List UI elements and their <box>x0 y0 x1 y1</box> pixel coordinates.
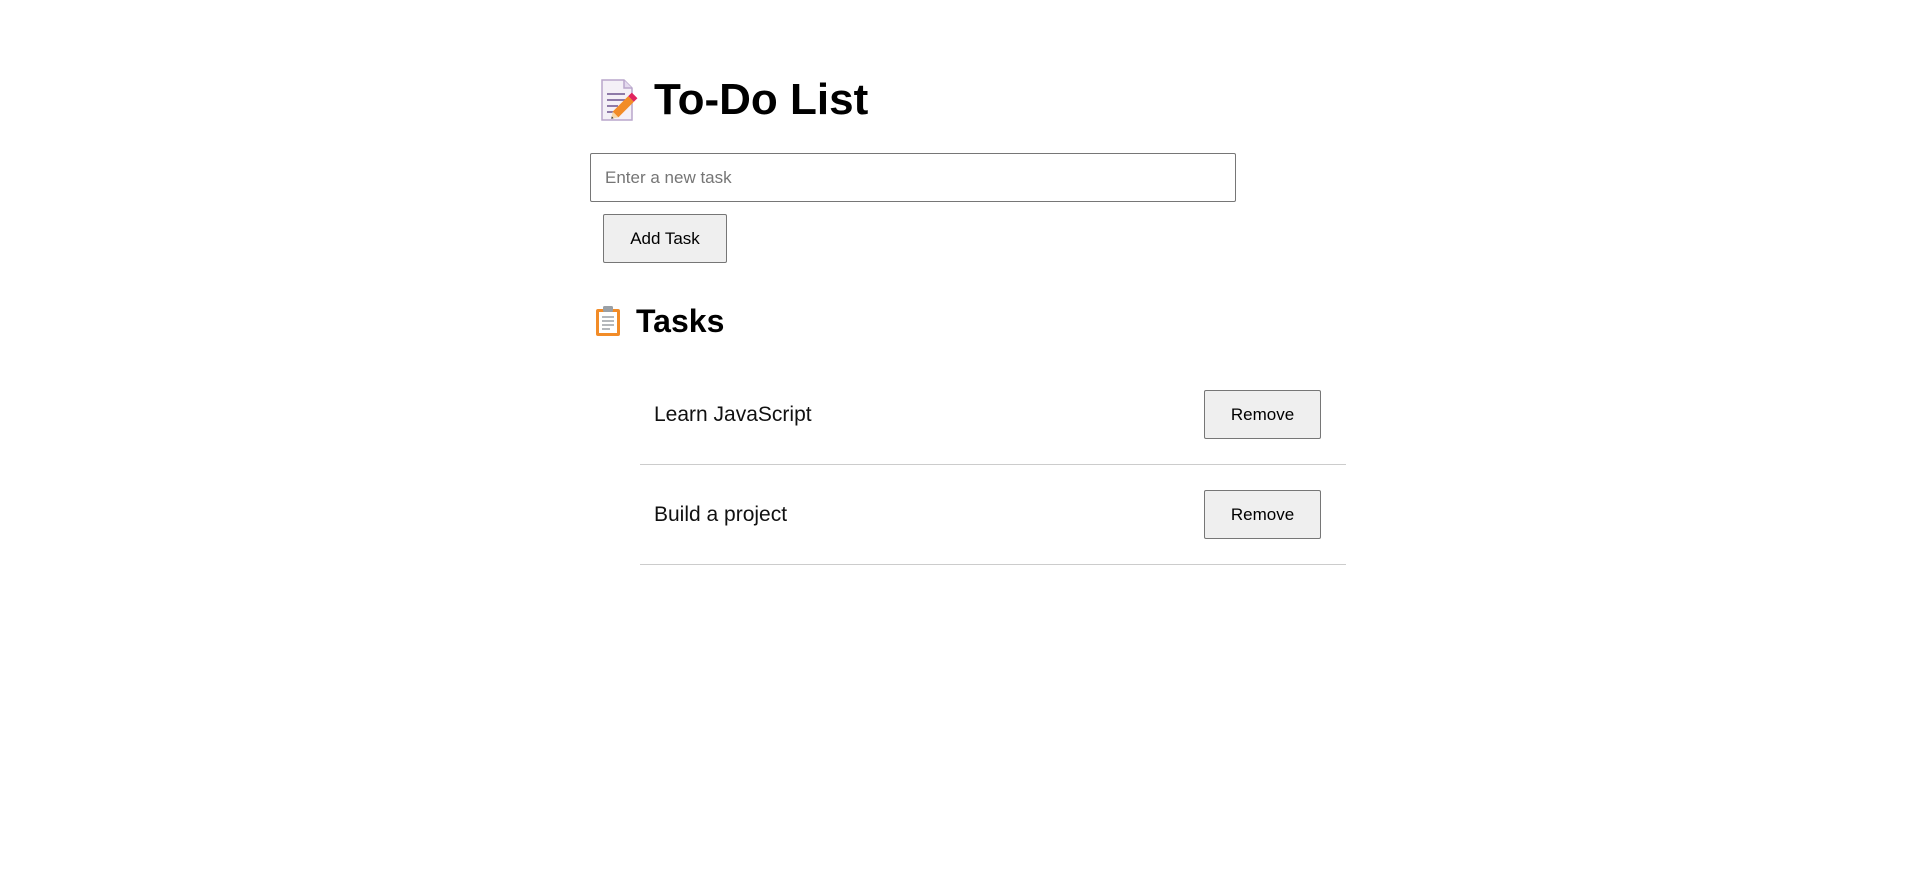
remove-task-button[interactable]: Remove <box>1204 390 1321 439</box>
remove-task-button[interactable]: Remove <box>1204 490 1321 539</box>
clipboard-icon <box>594 305 622 337</box>
task-list: Learn JavaScript Remove Build a project … <box>640 365 1346 565</box>
page-title: To-Do List <box>654 75 869 124</box>
add-task-button[interactable]: Add Task <box>603 214 727 263</box>
task-item: Learn JavaScript Remove <box>640 365 1346 465</box>
task-item: Build a project Remove <box>640 465 1346 565</box>
tasks-header: Tasks <box>594 305 724 337</box>
memo-pencil-icon <box>598 78 640 122</box>
task-text: Learn JavaScript <box>654 402 812 426</box>
tasks-section-title: Tasks <box>636 303 725 339</box>
title-row: To-Do List <box>598 78 868 122</box>
new-task-input[interactable] <box>590 153 1236 202</box>
task-text: Build a project <box>654 502 788 526</box>
